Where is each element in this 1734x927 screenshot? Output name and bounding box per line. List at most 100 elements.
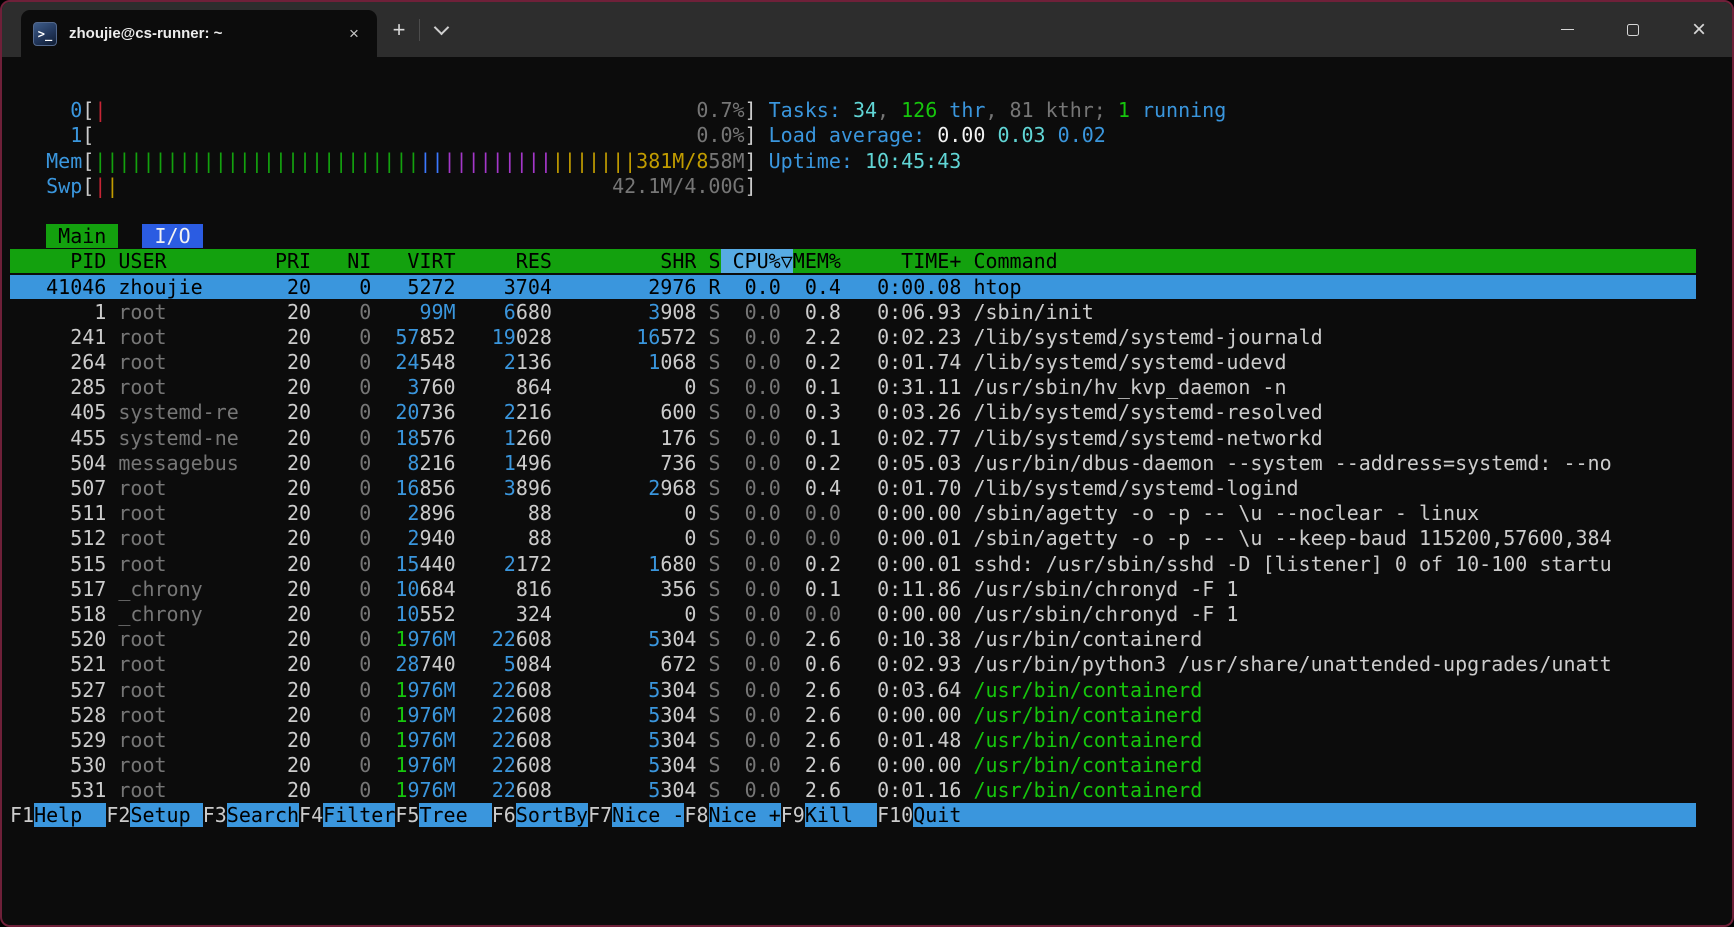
maximize-button[interactable] (1600, 2, 1666, 57)
fkey-f4[interactable]: F4 (299, 803, 323, 827)
process-row-1[interactable]: 1 root 20 0 99M 6680 3908 S 0.0 0.8 0:06… (10, 300, 1730, 325)
fkey-f5[interactable]: F5 (395, 803, 419, 827)
tasks-summary: 34 (853, 98, 877, 122)
fkey-f7[interactable]: F7 (588, 803, 612, 827)
fkey-f4-label[interactable]: Filter (323, 803, 395, 827)
fkey-f3-label[interactable]: Search (227, 803, 299, 827)
tasks-summary: 1 (1118, 98, 1130, 122)
fkey-f2[interactable]: F2 (106, 803, 130, 827)
process-row-530[interactable]: 530 root 20 0 1976M 22608 5304 S 0.0 2.6… (10, 753, 1730, 778)
fkey-f6[interactable]: F6 (492, 803, 516, 827)
process-row-521[interactable]: 521 root 20 0 28740 5084 672 S 0.0 0.6 0… (10, 652, 1730, 677)
fkey-f1[interactable]: F1 (10, 803, 34, 827)
tasks-summary: 126 (901, 98, 937, 122)
process-row-518[interactable]: 518 _chrony 20 0 10552 324 0 S 0.0 0.0 0… (10, 602, 1730, 627)
minimize-icon (1561, 29, 1574, 31)
cpu1-meter-line: 1[ 0.0%] Load average: 0.00 0.03 0.02 (10, 123, 1730, 148)
mem-meter-text: 381M/8 (636, 149, 708, 173)
mem-meter-bars: ||||||||| (444, 149, 552, 173)
mem-meter-line: Mem[||||||||||||||||||||||||||||||||||||… (10, 149, 1730, 174)
fkey-f10[interactable]: F10 (877, 803, 913, 827)
process-row-511[interactable]: 511 root 20 0 2896 88 0 S 0.0 0.0 0:00.0… (10, 501, 1730, 526)
tab-close-icon[interactable]: × (343, 23, 365, 45)
process-row-515[interactable]: 515 root 20 0 15440 2172 1680 S 0.0 0.2 … (10, 552, 1730, 577)
process-row-528[interactable]: 528 root 20 0 1976M 22608 5304 S 0.0 2.6… (10, 703, 1730, 728)
column-header-state[interactable]: S (708, 249, 720, 273)
tasks-summary: thr (937, 98, 985, 122)
column-header-time[interactable]: TIME+ (901, 249, 961, 273)
mem-meter-bars: ||||||||||||||||||||||||||| (94, 149, 419, 173)
tasks-summary: , 81 kthr; (985, 98, 1117, 122)
table-header-row[interactable]: PID USER PRI NI VIRT RES SHR S CPU%▽MEM%… (10, 249, 1730, 274)
tab-title: zhoujie@cs-runner: ~ (69, 25, 343, 42)
maximize-icon (1627, 24, 1639, 36)
fkey-f7-label[interactable]: Nice - (612, 803, 684, 827)
fkey-f9-label[interactable]: Kill (805, 803, 877, 827)
swap-meter-bars: | (94, 174, 106, 198)
mem-meter-bars: ||||||| (552, 149, 636, 173)
load-average-summary (1046, 123, 1058, 147)
plus-icon: + (393, 17, 406, 43)
uptime-summary: 10:45:43 (865, 149, 961, 173)
fkey-f10-label[interactable]: Quit (913, 803, 985, 827)
process-row-41046[interactable]: 41046 zhoujie 20 0 5272 3704 2976 R 0.0 … (10, 275, 1730, 300)
fkey-f5-label[interactable]: Tree (419, 803, 491, 827)
fkey-f2-label[interactable]: Setup (130, 803, 202, 827)
cpu1-meter: 1 (70, 123, 82, 147)
process-row-285[interactable]: 285 root 20 0 3760 864 0 S 0.0 0.1 0:31.… (10, 375, 1730, 400)
process-row-531[interactable]: 531 root 20 0 1976M 22608 5304 S 0.0 2.6… (10, 778, 1730, 803)
process-row-405[interactable]: 405 systemd-re 20 0 20736 2216 600 S 0.0… (10, 400, 1730, 425)
screens-tab-line[interactable]: Main I/O (10, 224, 1730, 249)
column-header-shr[interactable]: SHR (660, 249, 696, 273)
fkey-f3[interactable]: F3 (203, 803, 227, 827)
process-row-241[interactable]: 241 root 20 0 57852 19028 16572 S 0.0 2.… (10, 325, 1730, 350)
column-header-pid[interactable]: PID (70, 249, 106, 273)
process-row-512[interactable]: 512 root 20 0 2940 88 0 S 0.0 0.0 0:00.0… (10, 526, 1730, 551)
column-header-pri[interactable]: PRI (275, 249, 311, 273)
titlebar[interactable]: >_ zhoujie@cs-runner: ~ × + × (2, 2, 1732, 57)
cpu0-meter: 0 (70, 98, 82, 122)
swap-meter-bars: | (106, 174, 118, 198)
column-header-virt[interactable]: VIRT (407, 249, 455, 273)
process-row-529[interactable]: 529 root 20 0 1976M 22608 5304 S 0.0 2.6… (10, 728, 1730, 753)
column-header-user[interactable]: USER (118, 249, 166, 273)
column-header-mem[interactable]: MEM% (793, 249, 841, 273)
column-header-command[interactable]: Command (973, 249, 1057, 273)
mem-meter-bars: || (419, 149, 443, 173)
fkey-f1-label[interactable]: Help (34, 803, 106, 827)
process-row-527[interactable]: 527 root 20 0 1976M 22608 5304 S 0.0 2.6… (10, 678, 1730, 703)
process-row-264[interactable]: 264 root 20 0 24548 2136 1068 S 0.0 0.2 … (10, 350, 1730, 375)
process-row-504[interactable]: 504 messagebus 20 0 8216 1496 736 S 0.0 … (10, 451, 1730, 476)
load-average-summary: Load average: (769, 123, 938, 147)
terminal-tab[interactable]: >_ zhoujie@cs-runner: ~ × (21, 10, 377, 57)
mem-meter: Mem (46, 149, 82, 173)
fkey-f9[interactable]: F9 (781, 803, 805, 827)
tab-dropdown-button[interactable] (426, 15, 456, 45)
tasks-summary: running (1130, 98, 1226, 122)
load-average-summary (985, 123, 997, 147)
minimize-button[interactable] (1534, 2, 1600, 57)
htop-screen[interactable]: 0[| 0.7%] Tasks: 34, 126 thr, 81 kthr; 1… (4, 59, 1730, 923)
column-header-ni[interactable]: NI (347, 249, 371, 273)
screen-tab-main[interactable]: Main (46, 224, 118, 248)
process-row-455[interactable]: 455 systemd-ne 20 0 18576 1260 176 S 0.0… (10, 426, 1730, 451)
column-header-cpu[interactable]: CPU% (733, 249, 781, 273)
function-key-bar[interactable]: F1Help F2Setup F3SearchF4FilterF5Tree F6… (10, 803, 1730, 828)
fkey-f8[interactable]: F8 (684, 803, 708, 827)
swap-meter-line: Swp[|| 42.1M/4.00G] (10, 174, 1730, 199)
swap-meter: Swp (46, 174, 82, 198)
process-row-507[interactable]: 507 root 20 0 16856 3896 2968 S 0.0 0.4 … (10, 476, 1730, 501)
tab-separator (419, 19, 420, 41)
fkey-f8-label[interactable]: Nice + (709, 803, 781, 827)
process-row-517[interactable]: 517 _chrony 20 0 10684 816 356 S 0.0 0.1… (10, 577, 1730, 602)
close-button[interactable]: × (1666, 2, 1732, 57)
screen-tab-io[interactable]: I/O (142, 224, 202, 248)
mem-meter-text: 58M (708, 149, 744, 173)
fkey-f6-label[interactable]: SortBy (516, 803, 588, 827)
new-tab-button[interactable]: + (384, 15, 414, 45)
column-header-res[interactable]: RES (516, 249, 552, 273)
process-row-520[interactable]: 520 root 20 0 1976M 22608 5304 S 0.0 2.6… (10, 627, 1730, 652)
window-controls: × (1534, 2, 1732, 57)
cpu0-meter-line: 0[| 0.7%] Tasks: 34, 126 thr, 81 kthr; 1… (10, 98, 1730, 123)
load-average-summary: 0.00 (937, 123, 985, 147)
